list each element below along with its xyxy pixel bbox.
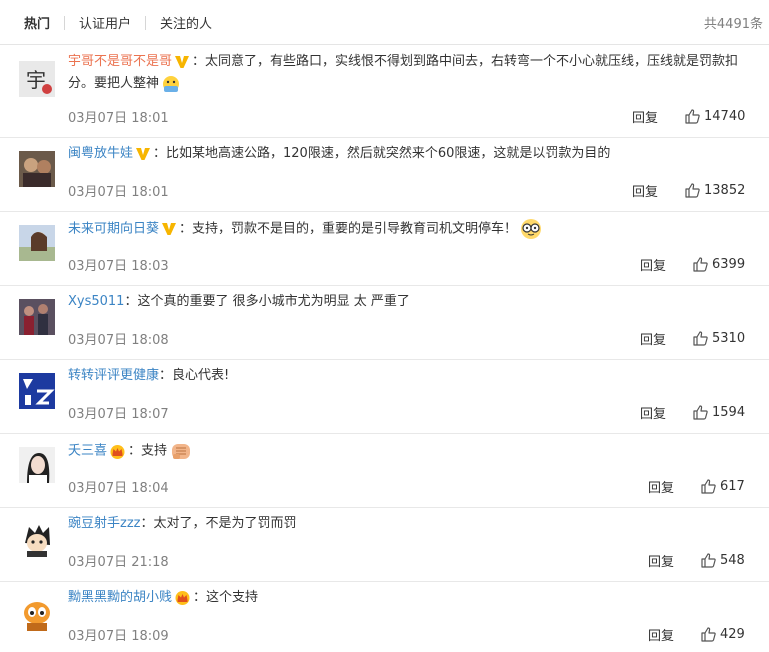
like-count: 429 — [720, 627, 745, 642]
comment-body: ：这个真的重要了 很多小城市尤为明显 太 严重了 — [124, 294, 410, 309]
comment-item: 黝黑黑黝的胡小贱 ：这个支持 03月07日 18:09 回复 429 — [0, 582, 769, 652]
comment-username[interactable]: 闽粤放牛娃 — [68, 146, 133, 161]
verified-v-icon — [133, 146, 153, 161]
comment-body: ：这个支持 — [193, 590, 259, 605]
comment-text: 闽粤放牛娃 ：比如某地高速公路，120限速，然后就突然来个60限速，这就是以罚款为… — [68, 143, 751, 165]
thumbs-up-icon — [693, 257, 712, 272]
comment-body: ：比如某地高速公路，120限速，然后就突然来个60限速，这就是以罚款为目的 — [153, 146, 611, 161]
like-count: 13852 — [704, 183, 746, 198]
comment-body: ：太对了，不是为了罚而罚 — [140, 516, 297, 531]
comment-time: 03月07日 18:08 — [68, 333, 169, 348]
comment-item: 转转评评更健康：良心代表! 03月07日 18:07 回复 1594 — [0, 360, 769, 434]
reply-button[interactable]: 回复 — [640, 255, 666, 274]
comment-time: 03月07日 18:01 — [68, 185, 169, 200]
like-button[interactable]: 548 — [701, 553, 745, 568]
comment-username[interactable]: 未来可期向日葵 — [68, 222, 159, 237]
avatar[interactable] — [19, 225, 55, 261]
tab-divider — [145, 15, 147, 30]
like-count: 6399 — [712, 257, 746, 272]
reply-button[interactable]: 回复 — [648, 551, 674, 570]
fist-emoji-icon — [167, 444, 193, 459]
glasses-emoji-icon — [517, 219, 543, 239]
comment-item: Xys5011：这个真的重要了 很多小城市尤为明显 太 严重了 03月07日 18… — [0, 286, 769, 360]
tab-divider — [64, 15, 66, 30]
thumbs-up-icon — [701, 627, 720, 642]
comment-text: 转转评评更健康：良心代表! — [68, 365, 751, 387]
comment-text: 夭三喜 ：支持 — [68, 439, 751, 463]
like-button[interactable]: 14740 — [685, 109, 745, 124]
like-count: 5310 — [712, 331, 746, 346]
vip-crown-icon — [107, 444, 128, 459]
comment-time: 03月07日 18:03 — [68, 259, 169, 274]
thumbs-up-icon — [685, 109, 704, 124]
like-count: 1594 — [712, 405, 746, 420]
comment-username[interactable]: Xys5011 — [68, 294, 124, 309]
yellow-emoji-icon — [159, 75, 181, 92]
comment-tabs: 热门 认证用户 关注的人 — [24, 13, 212, 32]
comment-username[interactable]: 黝黑黑黝的胡小贱 — [68, 590, 172, 605]
comment-body: ：支持，罚款不是目的，重要的是引导教育司机文明停车！ — [179, 221, 518, 237]
like-button[interactable]: 13852 — [685, 183, 745, 198]
vip-crown-icon — [172, 590, 193, 605]
avatar[interactable] — [19, 521, 55, 557]
comment-text: 豌豆射手zzz：太对了，不是为了罚而罚 — [68, 513, 751, 535]
verified-v-icon — [159, 222, 179, 237]
avatar[interactable] — [19, 151, 55, 187]
avatar[interactable] — [19, 447, 55, 483]
reply-button[interactable]: 回复 — [632, 107, 658, 126]
thumbs-up-icon — [685, 183, 704, 198]
thumbs-up-icon — [701, 553, 720, 568]
tab-hot[interactable]: 热门 — [24, 13, 50, 32]
comment-item: 未来可期向日葵 ：支持，罚款不是目的，重要的是引导教育司机文明停车！ 03月07日 … — [0, 212, 769, 286]
comment-text: Xys5011：这个真的重要了 很多小城市尤为明显 太 严重了 — [68, 291, 751, 313]
like-count: 14740 — [704, 109, 746, 124]
comment-item: 宇宇哥不是哥不是哥 ：太同意了，有些路口，实线恨不得划到路中间去，右转弯一个不小心… — [0, 45, 769, 138]
comment-item: 闽粤放牛娃 ：比如某地高速公路，120限速，然后就突然来个60限速，这就是以罚款为… — [0, 138, 769, 212]
tab-following[interactable]: 关注的人 — [160, 13, 212, 32]
comment-text: 黝黑黑黝的胡小贱 ：这个支持 — [68, 587, 751, 609]
comment-body: ：支持 — [128, 443, 168, 459]
comment-username[interactable]: 豌豆射手zzz — [68, 516, 140, 531]
verified-v-icon — [172, 54, 192, 69]
thumbs-up-icon — [701, 479, 720, 494]
comment-username[interactable]: 夭三喜 — [68, 444, 107, 459]
thumbs-up-icon — [693, 331, 712, 346]
like-button[interactable]: 1594 — [693, 405, 745, 420]
comment-time: 03月07日 18:01 — [68, 111, 169, 126]
comment-item: 豌豆射手zzz：太对了，不是为了罚而罚 03月07日 21:18 回复 548 — [0, 508, 769, 582]
comment-body: ：良心代表! — [159, 368, 230, 383]
avatar[interactable]: 宇 — [19, 61, 55, 97]
comment-time: 03月07日 18:04 — [68, 481, 169, 496]
comment-time: 03月07日 21:18 — [68, 555, 169, 570]
avatar[interactable] — [19, 299, 55, 335]
comment-time: 03月07日 18:09 — [68, 629, 169, 644]
reply-button[interactable]: 回复 — [640, 329, 666, 348]
comment-text: 宇哥不是哥不是哥 ：太同意了，有些路口，实线恨不得划到路中间去，右转弯一个不小心就… — [68, 51, 751, 95]
reply-button[interactable]: 回复 — [648, 477, 674, 496]
comment-count: 共4491条 — [703, 17, 763, 32]
like-count: 548 — [720, 553, 745, 568]
like-count: 617 — [720, 479, 745, 494]
comment-item: 夭三喜 ：支持 03月07日 18:04 回复 617 — [0, 434, 769, 508]
avatar[interactable] — [19, 595, 55, 631]
thumbs-up-icon — [693, 405, 712, 420]
comment-username[interactable]: 宇哥不是哥不是哥 — [68, 54, 172, 69]
like-button[interactable]: 617 — [701, 479, 745, 494]
comment-username[interactable]: 转转评评更健康 — [68, 368, 159, 383]
reply-button[interactable]: 回复 — [648, 625, 674, 644]
comment-time: 03月07日 18:07 — [68, 407, 169, 422]
tab-verified-users[interactable]: 认证用户 — [79, 13, 131, 32]
avatar[interactable] — [19, 373, 55, 409]
comment-text: 未来可期向日葵 ：支持，罚款不是目的，重要的是引导教育司机文明停车！ — [68, 217, 751, 241]
like-button[interactable]: 5310 — [693, 331, 745, 346]
like-button[interactable]: 6399 — [693, 257, 745, 272]
reply-button[interactable]: 回复 — [640, 403, 666, 422]
comment-header: 热门 认证用户 关注的人 共4491条 — [0, 0, 769, 45]
like-button[interactable]: 429 — [701, 627, 745, 642]
reply-button[interactable]: 回复 — [632, 181, 658, 200]
